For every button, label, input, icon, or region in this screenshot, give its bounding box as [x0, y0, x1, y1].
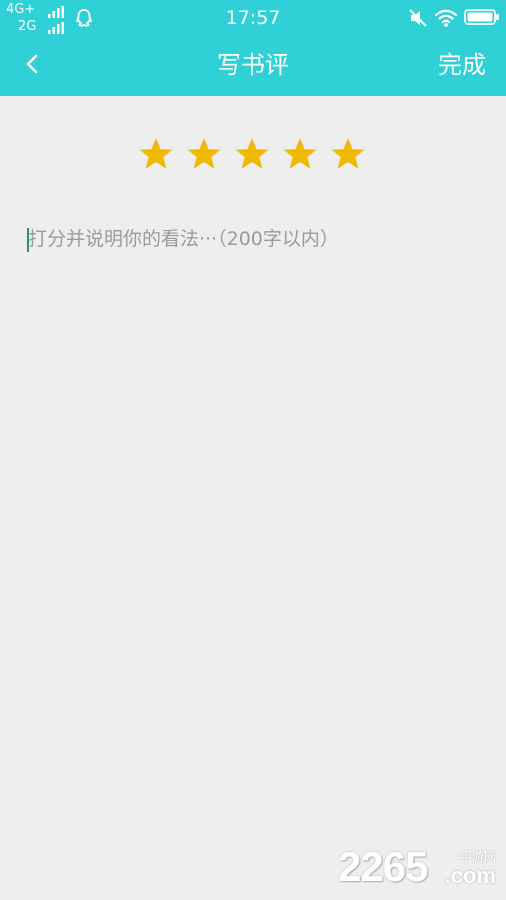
back-button[interactable] — [14, 44, 50, 84]
star-icon[interactable] — [330, 136, 366, 172]
star-icon[interactable] — [234, 136, 270, 172]
battery-icon — [464, 9, 499, 25]
star-icon[interactable] — [138, 136, 174, 172]
star-rating[interactable] — [138, 136, 370, 174]
wifi-icon — [434, 9, 458, 27]
status-time: 17:57 — [225, 7, 281, 29]
review-input[interactable] — [26, 222, 488, 782]
watermark-label-cn: 手游网 — [459, 850, 496, 864]
mute-icon — [409, 9, 427, 27]
chevron-left-icon — [26, 54, 38, 74]
star-icon[interactable] — [186, 136, 222, 172]
app-header: 4G+ 2G 17:57 写书评 完成 — [0, 0, 506, 96]
page-title: 写书评 — [217, 51, 289, 79]
done-button[interactable]: 完成 — [438, 48, 486, 82]
status-bar: 4G+ 2G 17:57 — [0, 0, 506, 36]
text-cursor — [27, 228, 29, 252]
watermark-number: 2265 — [338, 843, 428, 890]
star-icon[interactable] — [282, 136, 318, 172]
watermark-label-com: .com — [444, 863, 496, 888]
watermark: 2265 手游网 .com — [338, 844, 498, 890]
